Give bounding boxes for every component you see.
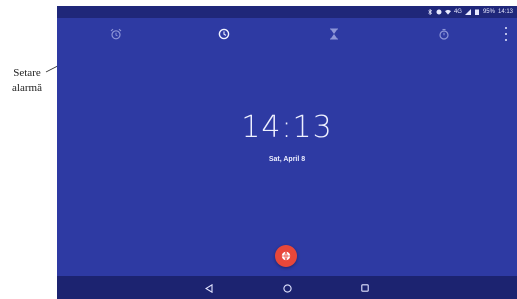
- tab-timer[interactable]: [324, 24, 344, 44]
- alarm-clock-icon: [110, 28, 122, 40]
- page: Setare alarmă 4G 95% 14:13 14:13 Sat, Ap…: [0, 0, 517, 299]
- current-time: 14:13: [241, 110, 333, 145]
- callout-line-1: Setare: [13, 67, 41, 79]
- stopwatch-icon: [439, 28, 449, 40]
- recents-icon: [361, 284, 369, 292]
- tab-alarm[interactable]: [106, 24, 126, 44]
- navigation-bar: [57, 276, 517, 299]
- hourglass-icon: [330, 28, 338, 40]
- more-vert-icon[interactable]: [503, 27, 509, 41]
- battery-level: 95%: [482, 9, 495, 15]
- tab-clock[interactable]: [214, 24, 234, 44]
- back-button[interactable]: [203, 282, 215, 294]
- clock-app-screen: 4G 95% 14:13 14:13 Sat, April 8: [57, 6, 517, 299]
- alarm-status-icon: [436, 9, 442, 15]
- home-button[interactable]: [281, 282, 293, 294]
- recents-button[interactable]: [359, 282, 371, 294]
- status-time: 14:13: [497, 9, 513, 15]
- current-date: Sat, April 8: [268, 156, 306, 163]
- bluetooth-icon: [428, 9, 432, 15]
- clock-icon: [218, 28, 230, 40]
- callout-line-2: alarmă: [12, 82, 42, 94]
- tab-stopwatch[interactable]: [434, 24, 454, 44]
- home-icon: [282, 283, 292, 293]
- globe-icon: [281, 251, 291, 261]
- network-type: 4G: [453, 9, 462, 15]
- signal-icon: [464, 9, 471, 15]
- wifi-icon: [444, 9, 451, 15]
- tab-bar: [57, 18, 517, 50]
- back-icon: [205, 283, 213, 293]
- status-bar: 4G 95% 14:13: [57, 6, 517, 18]
- world-clock-button[interactable]: [275, 245, 297, 267]
- callout-label: Setare alarmă: [0, 66, 54, 96]
- battery-icon: [474, 9, 479, 15]
- status-icons: 4G 95% 14:13: [427, 7, 513, 17]
